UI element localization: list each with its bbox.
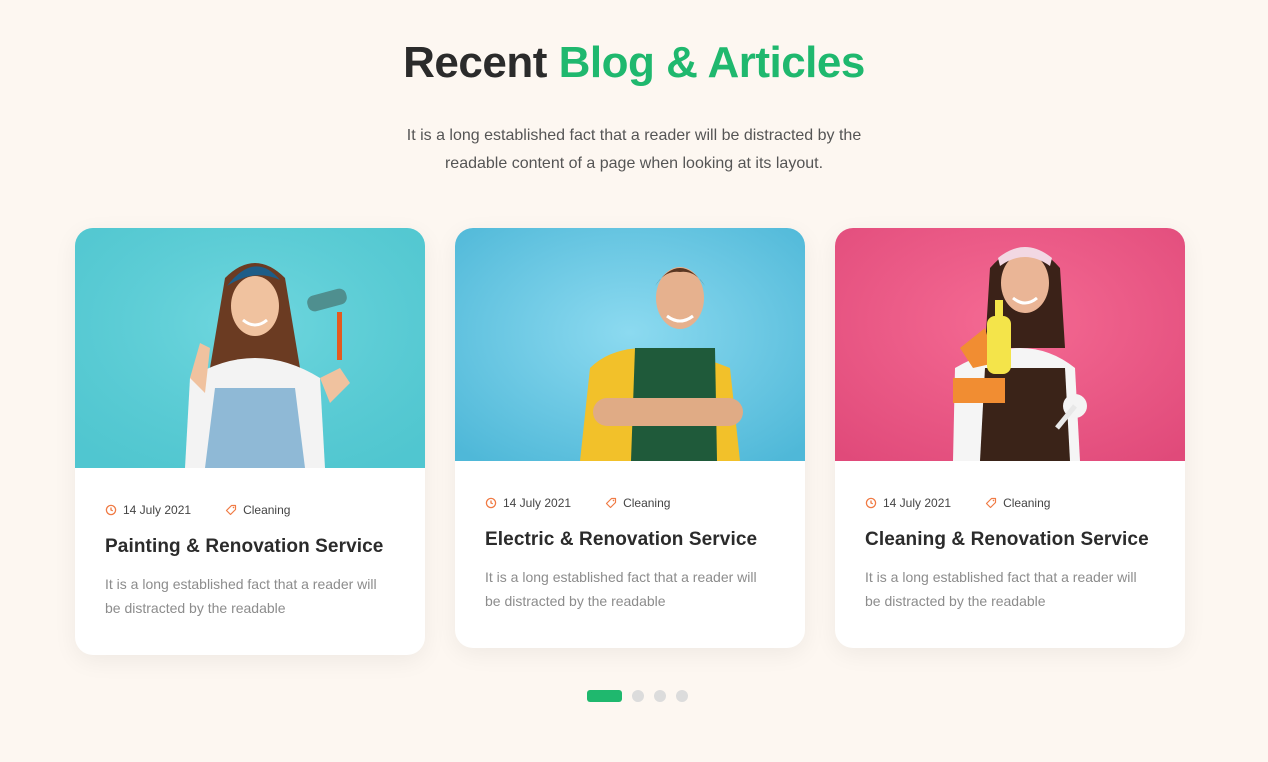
blog-card[interactable]: 14 July 2021 Cleaning Cleaning & Renovat…	[835, 228, 1185, 648]
meta-category-text[interactable]: Cleaning	[1003, 496, 1050, 510]
blog-card-excerpt: It is a long established fact that a rea…	[485, 569, 757, 609]
carousel-pagination	[587, 690, 698, 702]
blog-card-title[interactable]: Cleaning & Renovation Service	[865, 529, 1155, 551]
tag-icon	[605, 497, 617, 509]
blog-card-title[interactable]: Painting & Renovation Service	[105, 536, 395, 558]
carousel-dot-1[interactable]	[587, 690, 622, 702]
tag-icon	[985, 497, 997, 509]
blog-card-title[interactable]: Electric & Renovation Service	[485, 529, 775, 551]
blog-card-excerpt: It is a long established fact that a rea…	[105, 576, 377, 616]
blog-card-meta: 14 July 2021 Cleaning	[485, 495, 775, 511]
carousel-dot-2[interactable]	[632, 690, 644, 702]
clock-icon	[485, 497, 497, 509]
meta-category-text[interactable]: Cleaning	[623, 496, 670, 510]
meta-date-text: 14 July 2021	[123, 503, 192, 517]
section-subtitle: It is a long established fact that a rea…	[406, 127, 862, 172]
meta-date: 14 July 2021	[105, 503, 191, 517]
clock-icon	[105, 504, 117, 516]
meta-date: 14 July 2021	[865, 496, 951, 510]
blog-card[interactable]: 14 July 2021 Cleaning Electric & Renovat…	[455, 228, 805, 648]
carousel-dot-3[interactable]	[654, 690, 666, 702]
carousel-dot-4[interactable]	[676, 690, 688, 702]
meta-date: 14 July 2021	[485, 496, 571, 510]
blog-card-meta: 14 July 2021 Cleaning	[105, 502, 395, 518]
blog-card-image[interactable]	[75, 228, 425, 468]
meta-category[interactable]: Cleaning	[985, 496, 1050, 510]
section-title-part2: Blog & Articles	[558, 38, 866, 87]
blog-card-excerpt: It is a long established fact that a rea…	[865, 569, 1137, 609]
clock-icon	[865, 497, 877, 509]
section-title: Recent Blog & Articles	[0, 38, 1268, 88]
meta-date-text: 14 July 2021	[503, 496, 572, 510]
meta-date-text: 14 July 2021	[883, 496, 952, 510]
blog-card-meta: 14 July 2021 Cleaning	[865, 495, 1155, 511]
blog-card[interactable]: 14 July 2021 Cleaning Painting & Renovat…	[75, 228, 425, 655]
tag-icon	[225, 504, 237, 516]
section-title-part1: Recent	[403, 38, 547, 87]
meta-category[interactable]: Cleaning	[605, 496, 670, 510]
blog-card-image[interactable]	[455, 228, 805, 461]
blog-card-image[interactable]	[835, 228, 1185, 461]
meta-category[interactable]: Cleaning	[225, 503, 290, 517]
meta-category-text[interactable]: Cleaning	[243, 503, 290, 517]
